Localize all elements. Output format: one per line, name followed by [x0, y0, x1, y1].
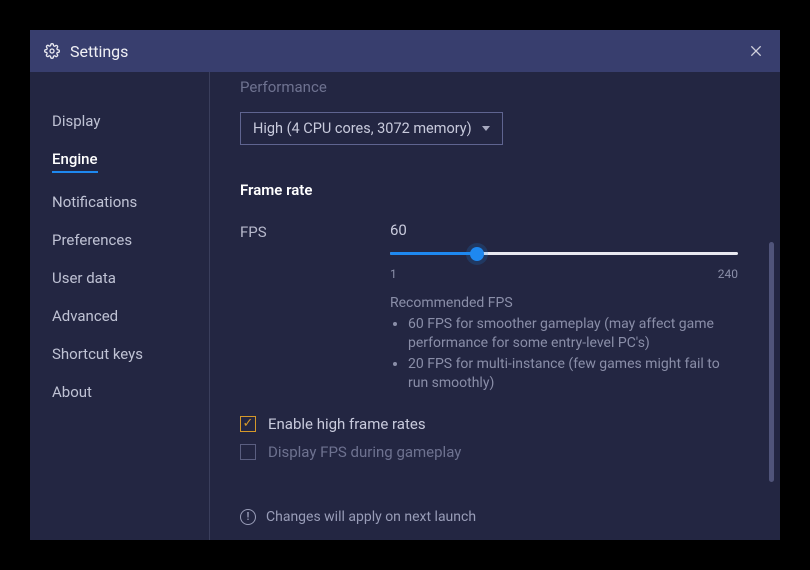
performance-selected: High (4 CPU cores, 3072 memory) [253, 120, 472, 137]
frame-rate-title: Frame rate [240, 181, 760, 199]
recommendation-item: 20 FPS for multi-instance (few games mig… [408, 355, 738, 393]
settings-body: Display Engine Notifications Preferences… [30, 72, 780, 540]
fps-slider[interactable] [390, 247, 738, 261]
checkbox-box [240, 444, 256, 460]
sidebar-item-user-data[interactable]: User data [30, 259, 209, 297]
slider-range-labels: 1 240 [390, 267, 738, 281]
performance-dropdown[interactable]: High (4 CPU cores, 3072 memory) [240, 112, 503, 145]
window-title: Settings [70, 42, 128, 61]
titlebar: Settings [30, 30, 780, 72]
restart-notice: ! Changes will apply on next launch [240, 509, 760, 525]
slider-fill [390, 252, 477, 255]
sidebar: Display Engine Notifications Preferences… [30, 72, 210, 540]
recommended-fps-list: 60 FPS for smoother gameplay (may affect… [390, 315, 738, 393]
enable-high-frame-rates-checkbox[interactable]: ✓ Enable high frame rates [240, 415, 760, 433]
fps-value: 60 [390, 221, 738, 239]
recommendation-item: 60 FPS for smoother gameplay (may affect… [408, 315, 738, 353]
sidebar-item-notifications[interactable]: Notifications [30, 183, 209, 221]
slider-max: 240 [718, 267, 738, 281]
scrollbar-thumb[interactable] [769, 242, 774, 482]
close-button[interactable] [744, 39, 768, 63]
settings-window: Settings Display Engine Notifications Pr… [30, 30, 780, 540]
sidebar-item-engine[interactable]: Engine [30, 140, 209, 183]
gear-icon [44, 43, 60, 59]
sidebar-item-advanced[interactable]: Advanced [30, 297, 209, 335]
sidebar-item-about[interactable]: About [30, 373, 209, 411]
check-icon: ✓ [243, 417, 254, 430]
sidebar-item-display[interactable]: Display [30, 102, 209, 140]
checkbox-label: Enable high frame rates [268, 415, 426, 433]
fps-label: FPS [240, 221, 390, 395]
slider-thumb[interactable] [470, 247, 484, 261]
slider-min: 1 [390, 267, 397, 281]
display-fps-checkbox[interactable]: Display FPS during gameplay [240, 443, 760, 461]
fps-row: FPS 60 1 240 Recommended FPS 60 FPS for … [240, 221, 760, 395]
checkbox-label: Display FPS during gameplay [268, 443, 461, 461]
content-panel: Performance High (4 CPU cores, 3072 memo… [210, 72, 780, 540]
performance-label: Performance [240, 78, 760, 96]
notice-text: Changes will apply on next launch [266, 509, 476, 525]
chevron-down-icon [482, 126, 490, 131]
sidebar-item-shortcut-keys[interactable]: Shortcut keys [30, 335, 209, 373]
sidebar-item-preferences[interactable]: Preferences [30, 221, 209, 259]
info-icon: ! [240, 509, 256, 525]
recommended-fps-title: Recommended FPS [390, 295, 738, 311]
checkbox-box: ✓ [240, 416, 256, 432]
